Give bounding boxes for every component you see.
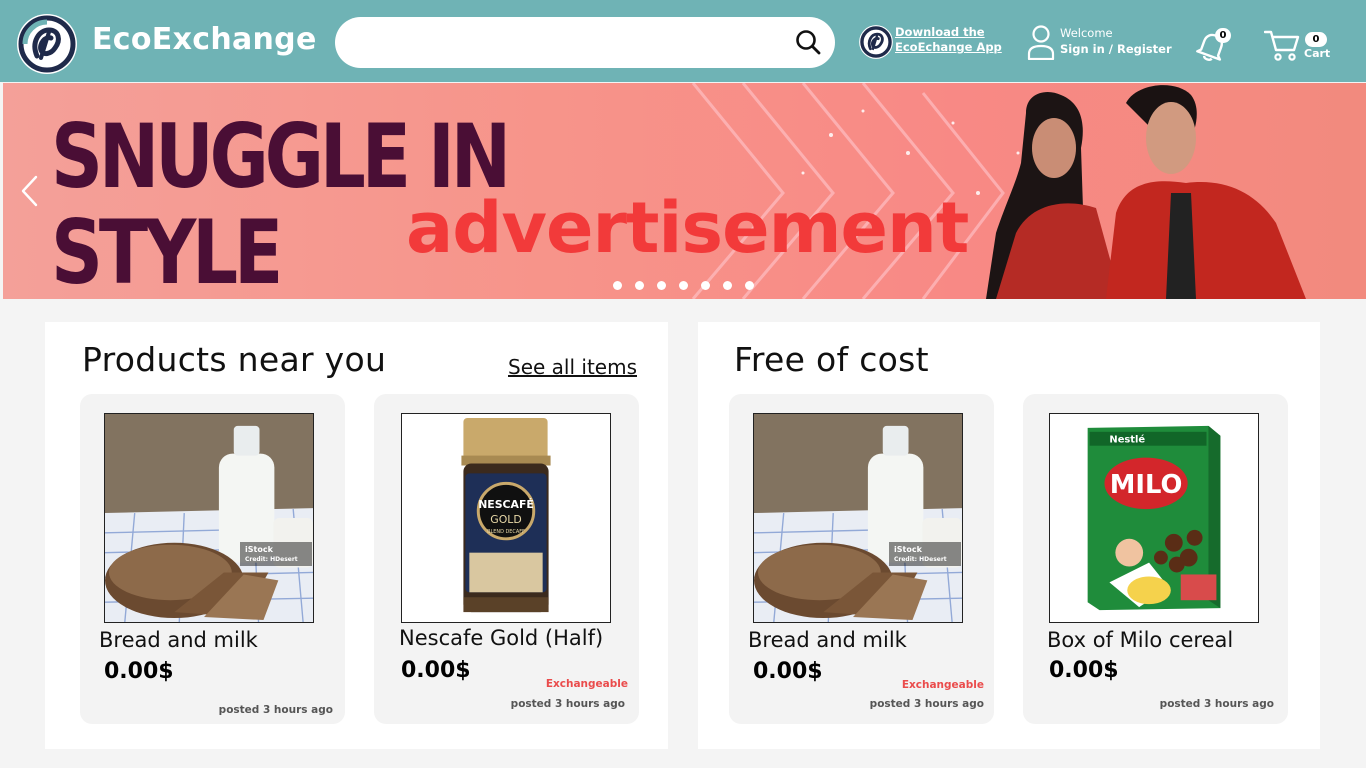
signin-register-link[interactable]: Sign in / Register [1060, 42, 1172, 56]
product-name[interactable]: Bread and milk [748, 628, 907, 652]
carousel-dots [613, 281, 754, 291]
download-app-line2: EcoEchange App [895, 40, 1002, 54]
cart-icon [1264, 30, 1300, 61]
top-nav-bar: EcoExchange Download the EcoEchange App … [0, 0, 1366, 82]
account-signin[interactable]: Welcome Sign in / Register [1026, 24, 1176, 62]
posted-time: posted 3 hours ago [218, 704, 333, 716]
user-icon [1027, 25, 1055, 60]
search-bar [335, 17, 835, 68]
stock-watermark: iStock Credit: HDesert [240, 542, 312, 566]
milo-brand-text: Nestlé [1109, 434, 1145, 446]
posted-time: posted 3 hours ago [1159, 698, 1274, 710]
banner-models-image [986, 85, 1306, 299]
bread-milk-photo [105, 414, 313, 622]
carousel-dot[interactable] [679, 281, 688, 290]
watermark-line1: iStock [245, 545, 273, 554]
carousel-dot[interactable] [701, 281, 710, 290]
search-icon[interactable] [795, 29, 821, 55]
cart-label: Cart [1304, 47, 1331, 60]
cart-button[interactable]: 0 Cart [1264, 28, 1334, 64]
download-app-link[interactable]: Download the EcoEchange App [858, 24, 1008, 60]
ecoexchange-logo[interactable] [15, 12, 79, 76]
carousel-dot[interactable] [723, 281, 732, 290]
product-image-milo: Nestlé MILO [1049, 413, 1259, 623]
nescafe-variant-text: GOLD [490, 513, 521, 526]
welcome-text: Welcome [1060, 26, 1113, 40]
download-app-line1: Download the [895, 25, 985, 39]
product-price: 0.00$ [104, 659, 174, 684]
carousel-dot[interactable] [657, 281, 666, 290]
watermark-line2: Credit: HDesert [245, 556, 298, 563]
section-title-near: Products near you [82, 340, 387, 379]
free-of-cost-section: Free of cost iStock Credit: HDesert Brea… [698, 322, 1320, 749]
product-name[interactable]: Bread and milk [99, 628, 258, 652]
carousel-dot[interactable] [745, 281, 754, 290]
posted-time: posted 3 hours ago [510, 698, 625, 710]
download-app-text[interactable]: Download the EcoEchange App [895, 25, 1002, 55]
product-image-bread-milk: iStock Credit: HDesert [104, 413, 314, 623]
bread-milk-photo [754, 414, 962, 622]
see-all-items-link[interactable]: See all items [508, 355, 637, 379]
search-input[interactable] [355, 27, 785, 57]
nescafe-brand-text: NESCAFÉ [478, 498, 534, 511]
product-card[interactable]: iStock Credit: HDesert Bread and milk 0.… [729, 394, 994, 724]
watermark-line2: Credit: HDesert [894, 556, 947, 563]
advertisement-banner[interactable]: SNUGGLE IN STYLE advertisement [3, 83, 1366, 299]
products-near-you-section: Products near you See all items iStock C… [45, 322, 668, 749]
product-card[interactable]: iStock Credit: HDesert Bread and milk 0.… [80, 394, 345, 724]
product-image-bread-milk: iStock Credit: HDesert [753, 413, 963, 623]
section-title-free: Free of cost [734, 340, 929, 379]
product-card[interactable]: Nestlé MILO Box of Milo cereal 0.00$ pos… [1023, 394, 1288, 724]
exchangeable-badge: Exchangeable [545, 678, 628, 690]
notification-count-badge: 0 [1215, 28, 1231, 43]
product-name[interactable]: Nescafe Gold (Half) [399, 626, 603, 650]
brand-name[interactable]: EcoExchange [92, 22, 317, 57]
carousel-dot[interactable] [635, 281, 644, 290]
product-name[interactable]: Box of Milo cereal [1047, 628, 1233, 652]
product-price: 0.00$ [401, 658, 471, 683]
stock-watermark: iStock Credit: HDesert [889, 542, 961, 566]
product-price: 0.00$ [753, 659, 823, 684]
nescafe-sub-text: BLEND DECAFF [487, 529, 525, 535]
carousel-dot[interactable] [613, 281, 622, 290]
advertisement-label: advertisement [406, 187, 969, 269]
posted-time: posted 3 hours ago [869, 698, 984, 710]
notifications-button[interactable]: 0 [1194, 28, 1231, 64]
app-logo-icon [859, 25, 893, 59]
exchangeable-badge: Exchangeable [901, 679, 984, 691]
product-card[interactable]: NESCAFÉ GOLD BLEND DECAFF Nescafe Gold (… [374, 394, 639, 724]
product-price: 0.00$ [1049, 658, 1119, 683]
watermark-line1: iStock [894, 545, 922, 554]
chevron-left-icon[interactable] [19, 175, 41, 207]
milo-box-photo: Nestlé MILO [1050, 414, 1258, 622]
product-image-nescafe: NESCAFÉ GOLD BLEND DECAFF [401, 413, 611, 623]
milo-name-text: MILO [1110, 470, 1183, 500]
nescafe-jar-photo: NESCAFÉ GOLD BLEND DECAFF [402, 414, 610, 622]
cart-count-badge: 0 [1305, 32, 1327, 47]
